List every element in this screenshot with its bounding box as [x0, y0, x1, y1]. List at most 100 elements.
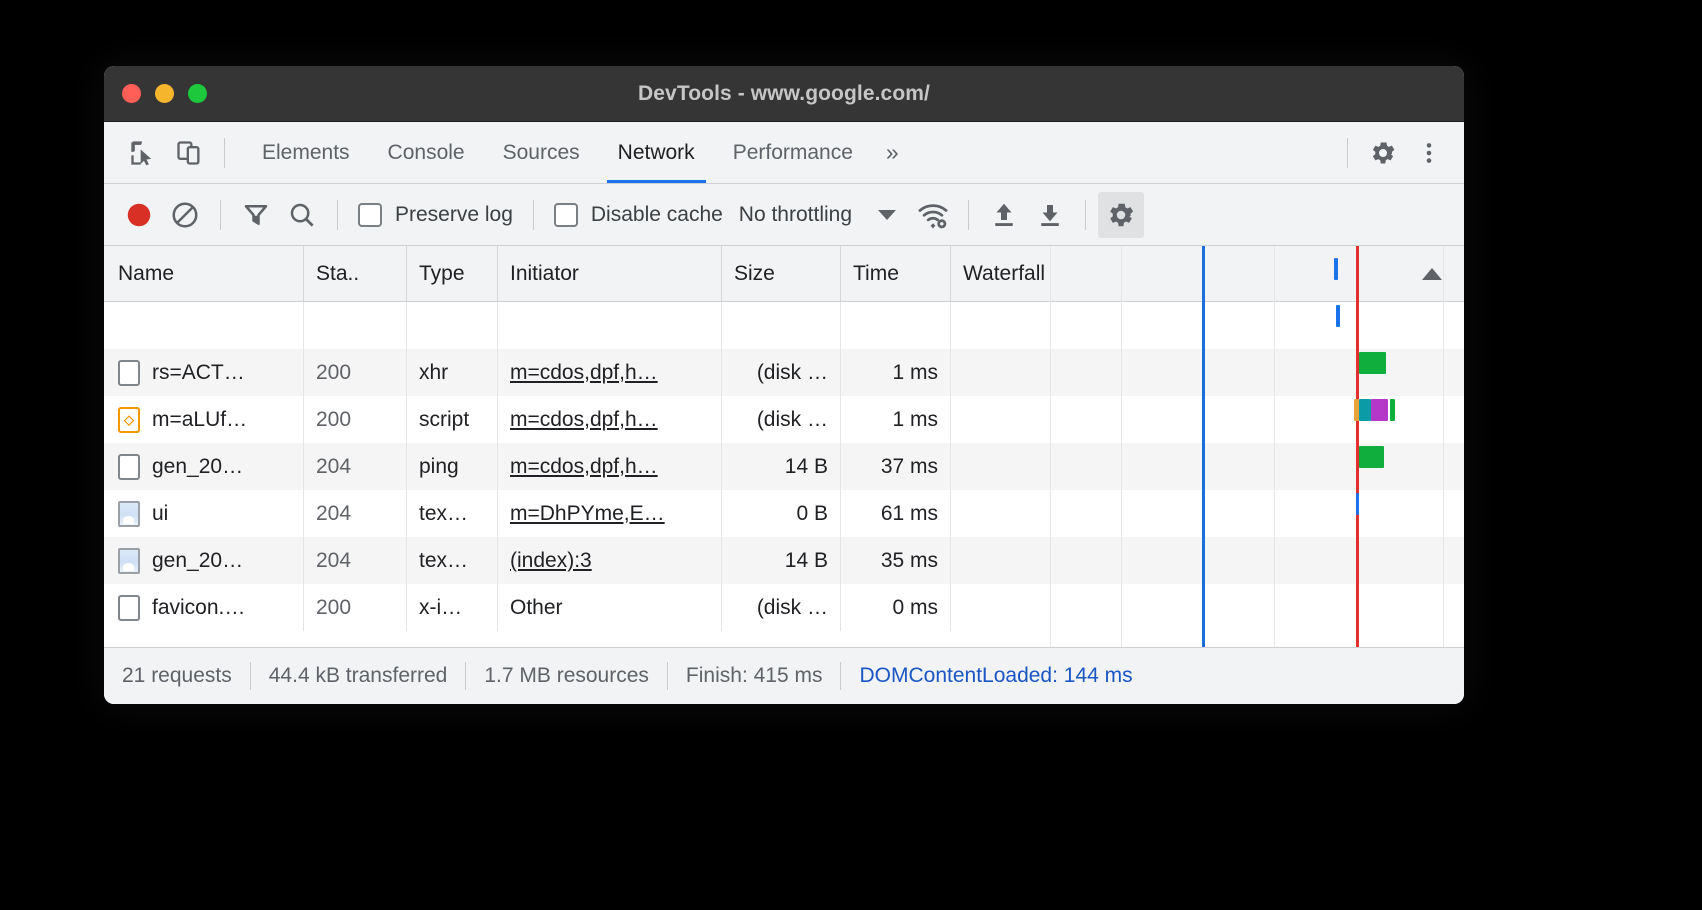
column-header-initiator[interactable]: Initiator: [497, 246, 721, 301]
more-vertical-icon[interactable]: [1406, 130, 1452, 176]
initiator-link[interactable]: m=cdos,dpf,h…: [510, 408, 658, 432]
cell-size: (disk …: [721, 396, 840, 443]
document-icon: [118, 594, 140, 621]
gear-icon[interactable]: [1360, 130, 1406, 176]
image-icon: [118, 547, 140, 574]
cell-size: 14 B: [721, 537, 840, 584]
sort-ascending-icon[interactable]: [1422, 267, 1442, 280]
tabbar-divider: [224, 137, 225, 168]
column-header-size[interactable]: Size: [721, 246, 840, 301]
table-row[interactable]: ui 204 tex… m=DhPYme,E… 0 B 61 ms: [104, 490, 1464, 537]
inspect-element-icon[interactable]: [120, 130, 166, 176]
tab-sources[interactable]: Sources: [484, 122, 599, 183]
tabbar-right-divider: [1347, 137, 1348, 168]
tab-label: Console: [387, 140, 465, 164]
network-summary-bar: 21 requests 44.4 kB transferred 1.7 MB r…: [104, 647, 1464, 704]
cell-time: 61 ms: [840, 490, 950, 537]
cell-initiator[interactable]: m=cdos,dpf,h…: [497, 396, 721, 443]
cell-name[interactable]: gen_20…: [104, 443, 303, 490]
more-tabs-chevron-icon[interactable]: »: [872, 139, 913, 166]
initiator-link[interactable]: m=cdos,dpf,h…: [510, 361, 658, 385]
cell-waterfall: [950, 443, 1464, 490]
cell-name[interactable]: favicon.…: [104, 584, 303, 631]
table-row[interactable]: gen_20… 204 tex… (index):3 14 B 35 ms: [104, 537, 1464, 584]
cell-initiator[interactable]: m=cdos,dpf,h…: [497, 349, 721, 396]
column-header-waterfall[interactable]: Waterfall: [950, 246, 1464, 301]
cell-name[interactable]: gen_20…: [104, 537, 303, 584]
cell-type: tex…: [406, 490, 497, 537]
panel-tabs: Elements Console Sources Network Perform…: [243, 122, 913, 183]
cell-waterfall: [950, 584, 1464, 631]
throttling-select[interactable]: No throttling: [731, 202, 897, 227]
throttling-value: No throttling: [738, 202, 853, 226]
minimize-window-button[interactable]: [155, 84, 174, 103]
filter-button[interactable]: [233, 192, 279, 238]
cell-type: [406, 302, 497, 349]
summary-requests: 21 requests: [122, 664, 232, 687]
preserve-log-label: Preserve log: [395, 202, 513, 226]
tab-network[interactable]: Network: [599, 122, 714, 183]
column-header-type[interactable]: Type: [406, 246, 497, 301]
export-har-icon[interactable]: [1027, 192, 1073, 238]
traffic-lights: [104, 84, 207, 103]
cell-type: xhr: [406, 349, 497, 396]
cell-name: [104, 302, 303, 349]
cell-name-text: favicon.…: [152, 595, 246, 619]
initiator-link[interactable]: (index):3: [510, 549, 592, 573]
toolbar-divider-3: [532, 199, 534, 230]
cell-initiator[interactable]: m=DhPYme,E…: [497, 490, 721, 537]
cell-waterfall: [950, 349, 1464, 396]
clear-button[interactable]: [162, 192, 208, 238]
screenshot-root: DevTools - www.google.com/ Elements Cons…: [0, 0, 1702, 910]
network-settings-icon[interactable]: [1098, 191, 1145, 238]
cell-initiator: [497, 302, 721, 349]
close-window-button[interactable]: [122, 84, 141, 103]
table-row[interactable]: ◇ m=aLUf… 200 script m=cdos,dpf,h… (disk…: [104, 396, 1464, 443]
cell-name[interactable]: ◇ m=aLUf…: [104, 396, 303, 443]
summary-transferred: 44.4 kB transferred: [268, 664, 448, 687]
record-button[interactable]: [116, 192, 162, 238]
chevron-down-icon[interactable]: [878, 209, 897, 220]
preserve-log-checkbox[interactable]: Preserve log: [350, 202, 521, 227]
cell-name[interactable]: rs=ACT…: [104, 349, 303, 396]
tab-performance[interactable]: Performance: [714, 122, 872, 183]
preserve-log-box[interactable]: [358, 202, 382, 227]
device-toolbar-icon[interactable]: [166, 130, 212, 176]
network-conditions-icon[interactable]: [910, 192, 956, 238]
initiator-link[interactable]: m=DhPYme,E…: [510, 502, 665, 526]
disable-cache-checkbox[interactable]: Disable cache: [546, 202, 731, 227]
search-button[interactable]: [279, 192, 325, 238]
cell-status: 200: [303, 349, 406, 396]
cell-size: 0 B: [721, 490, 840, 537]
column-header-status[interactable]: Sta..: [303, 246, 406, 301]
column-header-name[interactable]: Name: [104, 246, 303, 301]
summary-finish: Finish: 415 ms: [685, 664, 823, 687]
table-header-row: Name Sta.. Type Initiator Size Time Wate…: [104, 246, 1464, 302]
table-row[interactable]: rs=ACT… 200 xhr m=cdos,dpf,h… (disk … 1 …: [104, 349, 1464, 396]
cell-initiator[interactable]: (index):3: [497, 537, 721, 584]
table-row[interactable]: favicon.… 200 x-i… Other (disk … 0 ms: [104, 584, 1464, 631]
cell-name[interactable]: ui: [104, 490, 303, 537]
cell-initiator[interactable]: m=cdos,dpf,h…: [497, 443, 721, 490]
cell-initiator[interactable]: Other: [497, 584, 721, 631]
cell-name-text: ui: [152, 501, 169, 525]
import-har-icon[interactable]: [981, 192, 1027, 238]
requests-table: Name Sta.. Type Initiator Size Time Wate…: [104, 246, 1464, 631]
column-header-time[interactable]: Time: [840, 246, 950, 301]
devtools-tabbar: Elements Console Sources Network Perform…: [104, 122, 1464, 184]
cell-waterfall: [950, 490, 1464, 537]
cell-type: tex…: [406, 537, 497, 584]
disable-cache-box[interactable]: [553, 202, 578, 227]
tab-label: Sources: [502, 140, 580, 164]
table-row[interactable]: gen_20… 204 ping m=cdos,dpf,h… 14 B 37 m…: [104, 443, 1464, 490]
cell-time: 0 ms: [840, 584, 950, 631]
window-titlebar: DevTools - www.google.com/: [104, 66, 1464, 122]
cell-size: (disk …: [721, 349, 840, 396]
maximize-window-button[interactable]: [188, 84, 207, 103]
cell-time: 1 ms: [840, 396, 950, 443]
cell-type: ping: [406, 443, 497, 490]
tab-console[interactable]: Console: [369, 122, 484, 183]
initiator-link[interactable]: m=cdos,dpf,h…: [510, 455, 658, 479]
toolbar-divider-5: [1085, 199, 1087, 230]
tab-elements[interactable]: Elements: [243, 122, 369, 183]
